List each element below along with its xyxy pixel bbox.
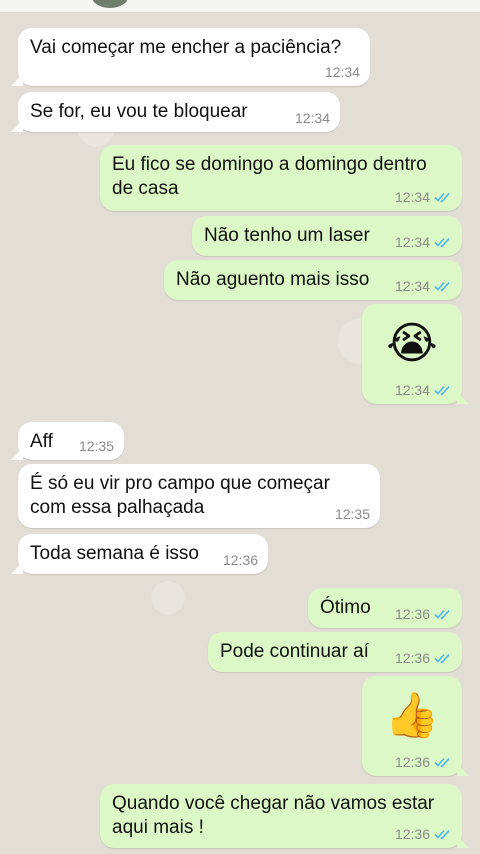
message-meta: 12:34 — [395, 189, 452, 205]
message-time: 12:34 — [394, 234, 430, 250]
message-time: 12:34 — [324, 64, 360, 80]
message-text: Eu fico se domingo a domingo dentro de ca… — [112, 154, 427, 199]
message-time: 12:34 — [294, 110, 330, 126]
message-bubble[interactable]: Se for, eu vou te bloquear 12:34 — [11, 92, 340, 132]
message-meta: 12:36 — [223, 552, 258, 568]
message-text: Não tenho um laser — [204, 225, 370, 246]
message-text: Não aguento mais isso — [176, 269, 370, 290]
message-bubble[interactable]: Vai começar me encher a paciência? 12:34 — [11, 28, 370, 86]
chat-header[interactable] — [0, 0, 480, 13]
message-time: 12:34 — [394, 278, 430, 294]
message-bubble[interactable]: Não tenho um laser 12:34 — [192, 216, 462, 256]
message-text: Vai começar me encher a paciência? — [30, 37, 342, 58]
read-receipt-icon — [434, 828, 452, 840]
thumbs-up-emoji: 👍 — [384, 691, 440, 740]
message-meta: 12:36 — [395, 826, 452, 842]
message-time: 12:35 — [78, 438, 114, 454]
message-text: Se for, eu vou te bloquear — [30, 101, 248, 122]
message-text: Ótimo — [320, 597, 371, 618]
emoji-message-bubble[interactable]: 👍 12:36 — [362, 676, 469, 776]
message-text: É só eu vir pro campo que começar com ess… — [30, 473, 330, 518]
crying-face-emoji: 😭 — [386, 319, 438, 368]
read-receipt-icon — [434, 191, 452, 203]
message-meta: 12:36 — [395, 606, 452, 622]
message-bubble[interactable]: Eu fico se domingo a domingo dentro de ca… — [100, 145, 462, 211]
message-bubble[interactable]: Não aguento mais isso 12:34 — [164, 260, 462, 300]
message-bubble[interactable]: Pode continuar aí 12:36 — [208, 632, 462, 672]
contact-avatar[interactable] — [92, 0, 128, 8]
read-receipt-icon — [434, 756, 452, 768]
message-text: Toda semana é isso — [30, 543, 199, 564]
message-text: Quando você chegar não vamos estar aqui m… — [112, 793, 435, 838]
message-bubble[interactable]: Aff 12:35 — [11, 422, 124, 460]
emoji-message-bubble[interactable]: 😭 12:34 — [362, 304, 469, 404]
message-bubble[interactable]: Quando você chegar não vamos estar aqui m… — [100, 784, 469, 848]
message-meta: 12:34 — [395, 382, 452, 398]
message-time: 12:34 — [394, 382, 430, 398]
message-meta: 12:34 — [395, 234, 452, 250]
read-receipt-icon — [434, 608, 452, 620]
read-receipt-icon — [434, 236, 452, 248]
message-meta: 12:34 — [395, 278, 452, 294]
message-time: 12:36 — [394, 826, 430, 842]
message-bubble[interactable]: É só eu vir pro campo que começar com ess… — [18, 464, 380, 528]
message-meta: 12:35 — [79, 438, 114, 454]
read-receipt-icon — [434, 384, 452, 396]
message-time: 12:36 — [394, 606, 430, 622]
read-receipt-icon — [434, 652, 452, 664]
message-bubble[interactable]: Ótimo 12:36 — [308, 588, 462, 628]
message-time: 12:34 — [394, 189, 430, 205]
message-meta: 12:34 — [295, 110, 330, 126]
message-time: 12:36 — [222, 552, 258, 568]
message-text: Pode continuar aí — [220, 641, 369, 662]
message-meta: 12:36 — [395, 754, 452, 770]
message-time: 12:36 — [394, 650, 430, 666]
message-time: 12:35 — [334, 506, 370, 522]
message-meta: 12:36 — [395, 650, 452, 666]
message-meta: 12:35 — [335, 506, 370, 522]
message-time: 12:36 — [394, 754, 430, 770]
message-bubble[interactable]: Toda semana é isso 12:36 — [11, 534, 268, 574]
read-receipt-icon — [434, 280, 452, 292]
message-meta: 12:34 — [325, 64, 360, 80]
message-text: Aff — [30, 431, 53, 452]
